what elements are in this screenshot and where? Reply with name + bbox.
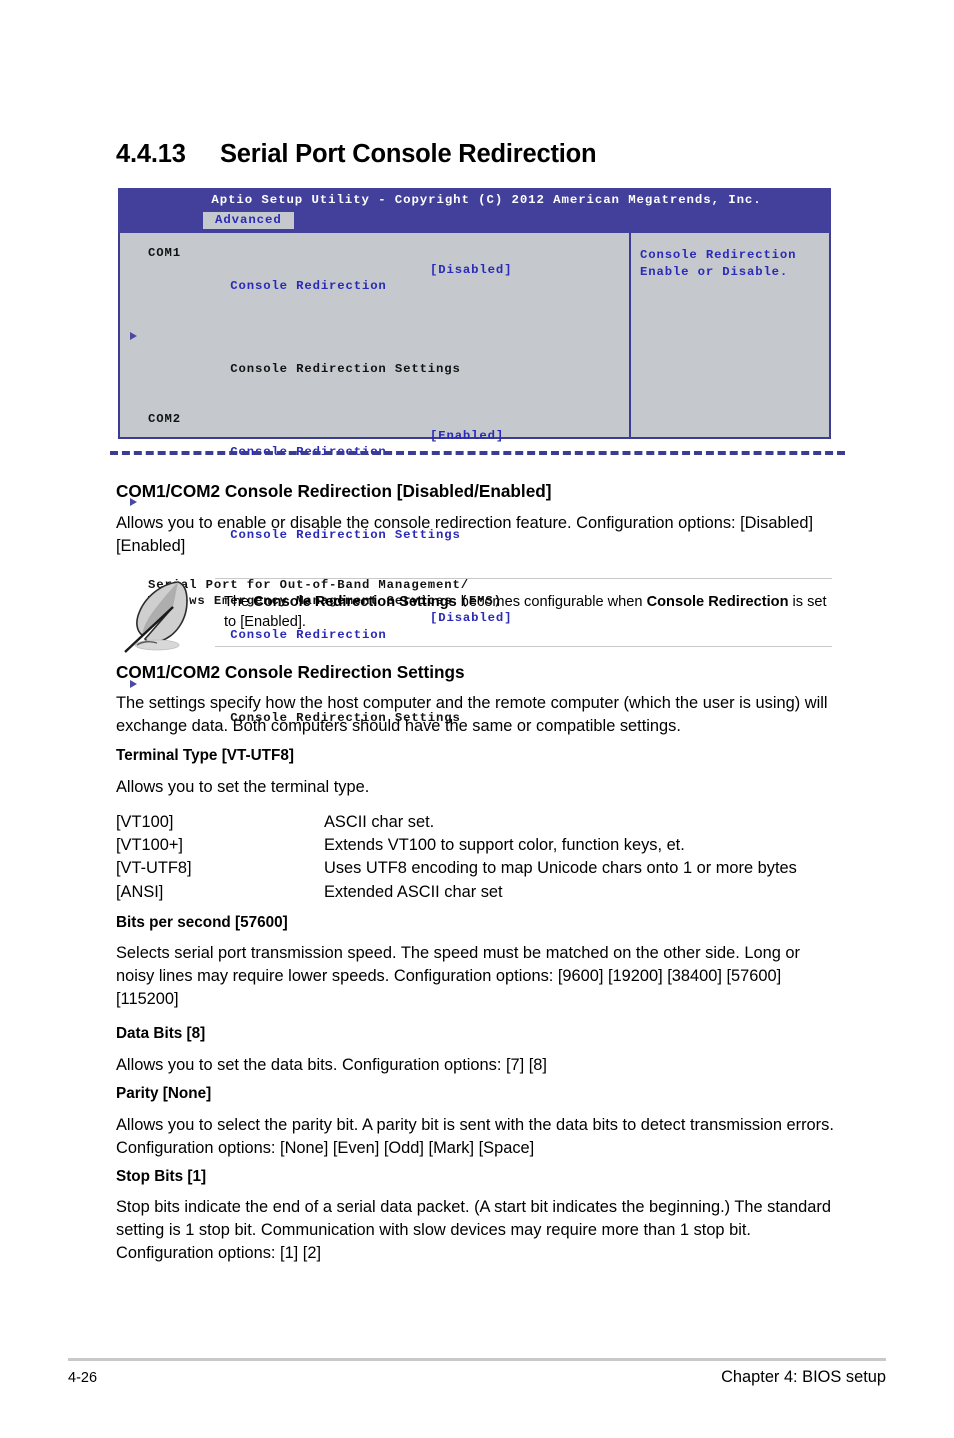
option-description: ASCII char set. bbox=[324, 813, 435, 831]
note-bold-1: Console Redirection Settings bbox=[253, 594, 457, 610]
bios-group-label-com2: COM2 bbox=[148, 411, 181, 426]
paragraph-bits-per-second: Selects serial port transmission speed. … bbox=[116, 944, 800, 1008]
table-row: [VT100] ASCII char set. bbox=[116, 811, 846, 834]
option-description: Extended ASCII char set bbox=[324, 882, 503, 901]
bios-setting-label: Console Redirection bbox=[230, 279, 387, 294]
subheading-stop-bits: Stop Bits [1] bbox=[116, 1168, 207, 1185]
subheading-parity: Parity [None] bbox=[116, 1085, 212, 1102]
bios-submenu-label: Console Redirection Settings bbox=[230, 362, 461, 377]
bios-submenu-com1-settings[interactable]: Console Redirection Settings bbox=[120, 328, 629, 394]
bios-help-panel: Console Redirection Enable or Disable. bbox=[631, 233, 829, 437]
option-description: Uses UTF8 encoding to map Unicode chars … bbox=[324, 859, 797, 878]
bios-setting-com1-console-redirection[interactable]: Console Redirection [Disabled] bbox=[120, 262, 629, 328]
option-description: Extends VT100 to support color, function… bbox=[324, 836, 685, 855]
table-row: [VT100+] Extends VT100 to support color,… bbox=[116, 834, 846, 857]
note-text-2: becomes configurable when bbox=[456, 594, 647, 610]
footer-divider bbox=[68, 1358, 886, 1361]
footer-page-number: 4-26 bbox=[68, 1370, 98, 1386]
bios-setting-value: [Disabled] bbox=[430, 262, 513, 277]
paragraph-parity: Allows you to select the parity bit. A p… bbox=[116, 1116, 834, 1157]
chevron-right-icon bbox=[130, 331, 137, 340]
bios-body: COM1 Console Redirection [Disabled] Cons… bbox=[118, 233, 831, 725]
bios-setting-value: [Enabled] bbox=[430, 428, 505, 443]
paragraph-terminal-type: Allows you to set the terminal type. bbox=[116, 778, 370, 796]
bios-tab-advanced[interactable]: Advanced bbox=[203, 212, 294, 229]
note-text: The Console Redirection Settings becomes… bbox=[224, 592, 832, 632]
option-key: [VT-UTF8] bbox=[116, 859, 192, 878]
heading-console-redirection-settings: COM1/COM2 Console Redirection Settings bbox=[116, 662, 465, 682]
bios-settings-panel: COM1 Console Redirection [Disabled] Cons… bbox=[120, 233, 631, 725]
terminal-type-options-table: [VT100] ASCII char set. [VT100+] Extends… bbox=[116, 811, 846, 904]
option-key: [ANSI] bbox=[116, 882, 164, 901]
bios-title: Aptio Setup Utility - Copyright (C) 2012… bbox=[211, 193, 762, 207]
bios-help-line2: Enable or Disable. bbox=[640, 264, 789, 279]
cut-mark-divider bbox=[110, 451, 845, 455]
note-box: The Console Redirection Settings becomes… bbox=[215, 578, 832, 647]
paragraph-console-redirection-settings: The settings specify how the host comput… bbox=[116, 694, 828, 735]
section-title: Serial Port Console Redirection bbox=[220, 140, 597, 168]
note-text-1: The bbox=[224, 594, 254, 610]
page-title: 4.4.13 Serial Port Console Redirection bbox=[116, 140, 836, 169]
document-page: 4.4.13 Serial Port Console Redirection Ap… bbox=[0, 0, 954, 1438]
heading-console-redirection: COM1/COM2 Console Redirection [Disabled/… bbox=[116, 481, 552, 501]
paragraph-console-redirection: Allows you to enable or disable the cons… bbox=[116, 514, 814, 555]
bios-help-line1: Console Redirection bbox=[640, 248, 797, 262]
option-key: [VT100] bbox=[116, 813, 174, 831]
paragraph-stop-bits: Stop bits indicate the end of a serial d… bbox=[116, 1198, 831, 1262]
subheading-terminal-type: Terminal Type [VT-UTF8] bbox=[116, 747, 294, 764]
subheading-bits-per-second: Bits per second [57600] bbox=[116, 914, 288, 931]
table-row: [ANSI] Extended ASCII char set bbox=[116, 881, 846, 904]
table-row: [VT-UTF8] Uses UTF8 encoding to map Unic… bbox=[116, 857, 846, 880]
paragraph-data-bits: Allows you to set the data bits. Configu… bbox=[116, 1056, 547, 1074]
subheading-data-bits: Data Bits [8] bbox=[116, 1025, 206, 1042]
bios-screenshot: Aptio Setup Utility - Copyright (C) 2012… bbox=[118, 188, 831, 725]
quill-pen-icon bbox=[117, 577, 203, 655]
note-bold-2: Console Redirection bbox=[646, 594, 789, 610]
footer-chapter: Chapter 4: BIOS setup bbox=[721, 1368, 886, 1386]
option-key: [VT100+] bbox=[116, 836, 183, 855]
bios-group-label-com1: COM1 bbox=[148, 246, 181, 260]
section-number: 4.4.13 bbox=[116, 140, 186, 168]
bios-header-bar: Aptio Setup Utility - Copyright (C) 2012… bbox=[118, 188, 831, 233]
